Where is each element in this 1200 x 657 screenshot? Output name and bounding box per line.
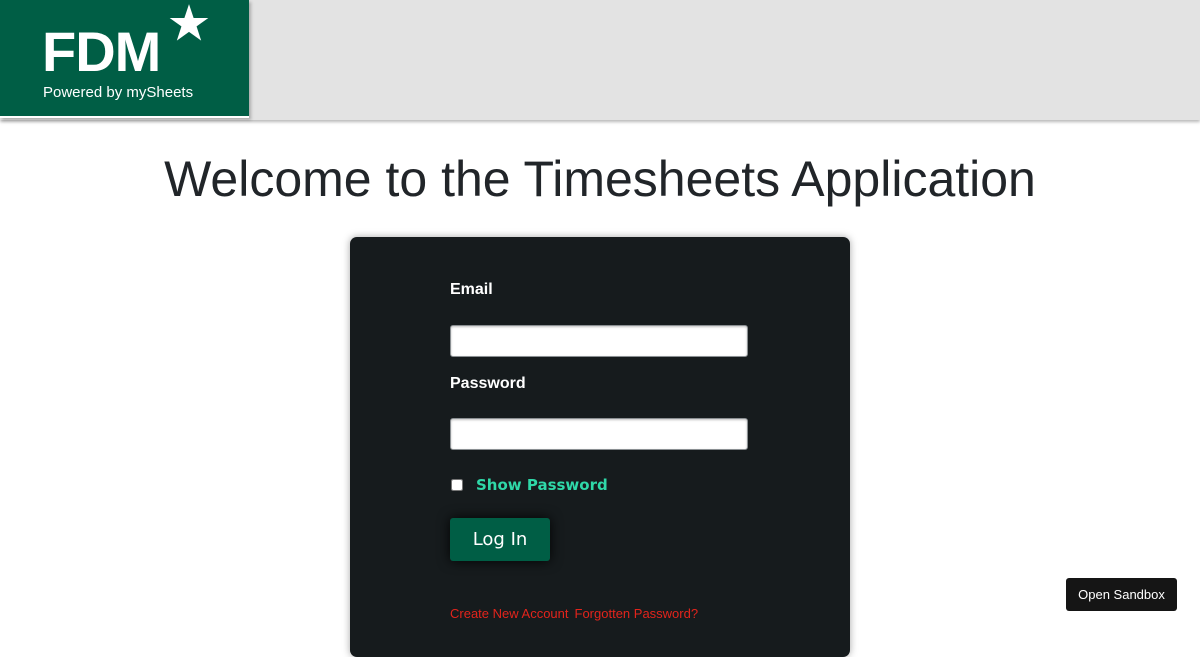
password-label: Password [450,375,526,392]
show-password-checkbox[interactable] [451,479,463,491]
page-title: Welcome to the Timesheets Application [164,151,1036,207]
email-field[interactable] [450,325,748,357]
login-card: Email Password Show Password Log In Crea… [350,237,850,657]
create-account-link[interactable]: Create New Account [450,606,569,621]
show-password-label[interactable]: Show Password [476,476,608,494]
forgot-password-link[interactable]: Forgotten Password? [575,606,699,621]
email-label: Email [450,281,493,298]
account-links: Create New Account Forgotten Password? [450,606,698,621]
open-sandbox-button[interactable]: Open Sandbox [1066,578,1177,611]
fdm-logo[interactable]: FDM Powered by mySheets [0,0,249,118]
logo-subtitle: Powered by mySheets [43,84,194,101]
top-header: FDM Powered by mySheets [0,0,1200,120]
star-icon [169,4,209,41]
password-field[interactable] [450,418,748,450]
login-button[interactable]: Log In [450,518,550,561]
logo-wordmark: FDM [42,20,161,83]
